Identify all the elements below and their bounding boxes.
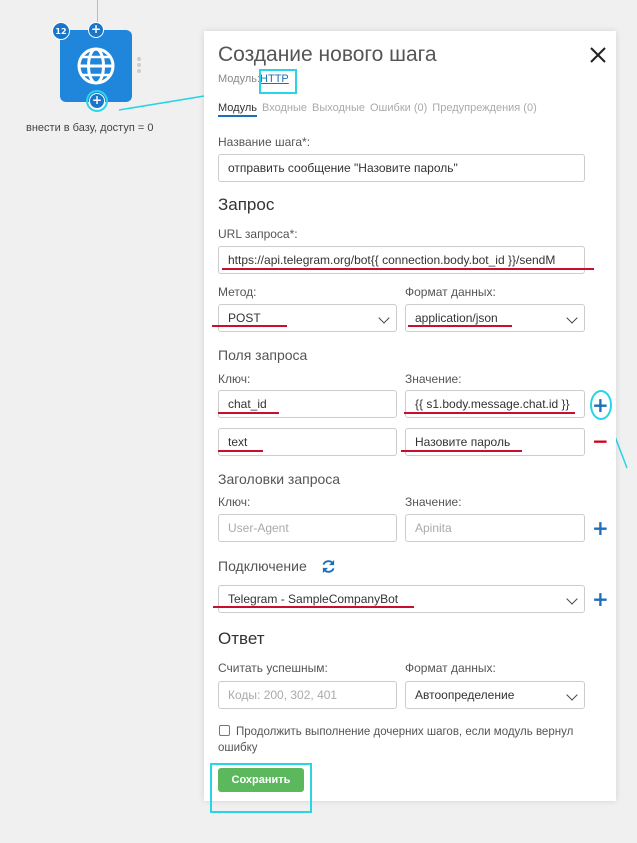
red-underline: [218, 412, 279, 414]
connector-line: [97, 0, 98, 22]
node-label: внести в базу, доступ = 0: [26, 122, 154, 134]
red-underline: [222, 268, 594, 270]
response-format-value: Автоопределение: [415, 688, 515, 702]
method-value: POST: [228, 311, 261, 325]
header-key-input[interactable]: User-Agent: [218, 514, 397, 542]
globe-icon: [77, 47, 115, 85]
red-underline: [213, 606, 414, 608]
continue-on-error-checkbox[interactable]: [219, 725, 230, 736]
headers-section-title: Заголовки запроса: [218, 471, 341, 487]
connection-select[interactable]: Telegram - SampleCompanyBot: [218, 585, 585, 613]
method-label: Метод:: [218, 285, 257, 299]
highlight-http-box: [259, 69, 297, 94]
response-format-select[interactable]: Автоопределение: [405, 681, 585, 709]
step-number-badge: 12: [52, 22, 70, 40]
key-label: Ключ:: [218, 372, 251, 386]
url-label: URL запроса*:: [218, 227, 298, 241]
header-value-input[interactable]: Apinita: [405, 514, 585, 542]
success-label: Считать успешным:: [218, 661, 328, 675]
continue-on-error-label: Продолжить выполнение дочерних шагов, ес…: [218, 726, 574, 754]
tab-output[interactable]: Выходные: [312, 102, 365, 117]
connection-value: Telegram - SampleCompanyBot: [228, 592, 399, 606]
chevron-down-icon: [566, 593, 578, 605]
red-underline: [218, 450, 263, 452]
node-menu-icon[interactable]: [137, 57, 141, 75]
headers-key-label: Ключ:: [218, 495, 251, 509]
request-section-title: Запрос: [218, 195, 275, 214]
tab-input[interactable]: Входные: [262, 102, 307, 117]
tab-errors[interactable]: Ошибки (0): [370, 102, 427, 117]
add-header-button[interactable]: +: [592, 518, 609, 538]
tabs: Модуль Входные Выходные Ошибки (0) Преду…: [218, 102, 537, 117]
fields-section-title: Поля запроса: [218, 347, 308, 363]
success-codes-input[interactable]: Коды: 200, 302, 401: [218, 681, 397, 709]
module-prefix: Модуль:: [218, 73, 261, 85]
add-connection-button[interactable]: +: [592, 589, 609, 609]
step-name-label: Название шага*:: [218, 135, 311, 149]
remove-field-button[interactable]: −: [592, 431, 609, 451]
highlight-save-box: [210, 763, 312, 813]
chevron-down-icon: [566, 312, 578, 324]
step-name-input[interactable]: отправить сообщение "Назовите пароль": [218, 154, 585, 182]
panel-title: Создание нового шага: [218, 43, 437, 66]
response-section-title: Ответ: [218, 629, 265, 648]
red-underline: [212, 325, 287, 327]
format-value: application/json: [415, 311, 498, 325]
headers-value-label: Значение:: [405, 495, 462, 509]
tab-warnings[interactable]: Предупреждения (0): [432, 102, 536, 117]
method-select[interactable]: POST: [218, 304, 397, 332]
close-icon[interactable]: [588, 45, 608, 65]
red-underline: [401, 450, 522, 452]
connection-section-title: Подключение: [218, 558, 307, 574]
highlight-circle: [86, 90, 108, 112]
red-underline: [408, 325, 512, 327]
response-format-label: Формат данных:: [405, 661, 496, 675]
create-step-panel: Создание нового шага Модуль:HTTP Модуль …: [204, 31, 616, 801]
refresh-icon[interactable]: [321, 559, 336, 574]
format-label: Формат данных:: [405, 285, 496, 299]
tab-module[interactable]: Модуль: [218, 102, 257, 117]
chevron-down-icon: [378, 312, 390, 324]
value-label: Значение:: [405, 372, 462, 386]
add-step-above-button[interactable]: +: [88, 22, 104, 38]
chevron-down-icon: [566, 689, 578, 701]
red-underline: [404, 412, 575, 414]
highlight-plus-circle: [590, 390, 612, 420]
format-select[interactable]: application/json: [405, 304, 585, 332]
